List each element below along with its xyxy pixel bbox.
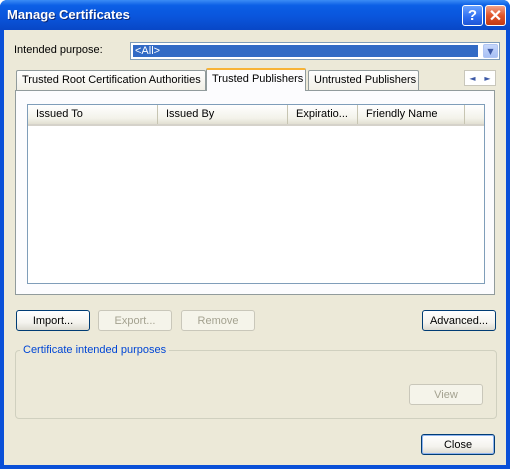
view-button[interactable]: View xyxy=(409,384,483,405)
intended-purpose-dropdown[interactable]: <All> ▼ xyxy=(130,42,500,60)
tab-trusted-publishers[interactable]: Trusted Publishers xyxy=(206,68,306,91)
intended-purpose-value: <All> xyxy=(133,45,478,57)
close-button[interactable]: Close xyxy=(421,434,495,455)
tab-scroll-buttons: ◄ ► xyxy=(464,70,496,86)
import-button[interactable]: Import... xyxy=(16,310,90,331)
close-icon: ✕ xyxy=(488,7,503,25)
tab-panel: Issued To Issued By Expiratio... Friendl… xyxy=(15,90,495,295)
tab-trusted-root[interactable]: Trusted Root Certification Authorities xyxy=(16,70,206,90)
remove-button[interactable]: Remove xyxy=(181,310,255,331)
close-window-button[interactable]: ✕ xyxy=(485,5,506,26)
certificate-list[interactable]: Issued To Issued By Expiratio... Friendl… xyxy=(27,104,485,284)
window-title: Manage Certificates xyxy=(7,7,130,22)
intended-purpose-label: Intended purpose: xyxy=(14,44,103,56)
advanced-button[interactable]: Advanced... xyxy=(422,310,496,331)
certificate-purposes-label: Certificate intended purposes xyxy=(20,344,170,356)
title-bar[interactable]: Manage Certificates ? ✕ xyxy=(0,0,510,30)
column-issued-by[interactable]: Issued By xyxy=(158,105,288,124)
chevron-down-icon: ▼ xyxy=(487,46,494,56)
manage-certificates-window: Manage Certificates ? ✕ Intended purpose… xyxy=(0,0,510,469)
column-expiration[interactable]: Expiratio... xyxy=(288,105,358,124)
help-button[interactable]: ? xyxy=(462,5,483,26)
scroll-right-icon[interactable]: ► xyxy=(484,74,490,83)
help-icon: ? xyxy=(467,7,478,24)
column-friendly-name[interactable]: Friendly Name xyxy=(358,105,465,124)
tab-untrusted-publishers[interactable]: Untrusted Publishers xyxy=(308,70,419,90)
export-button[interactable]: Export... xyxy=(98,310,172,331)
scroll-left-icon[interactable]: ◄ xyxy=(469,74,475,83)
list-header: Issued To Issued By Expiratio... Friendl… xyxy=(28,105,484,126)
dropdown-arrow-button[interactable]: ▼ xyxy=(483,44,498,58)
dialog-client-area: Intended purpose: <All> ▼ Trusted Root C… xyxy=(4,30,506,465)
column-issued-to[interactable]: Issued To xyxy=(28,105,158,124)
